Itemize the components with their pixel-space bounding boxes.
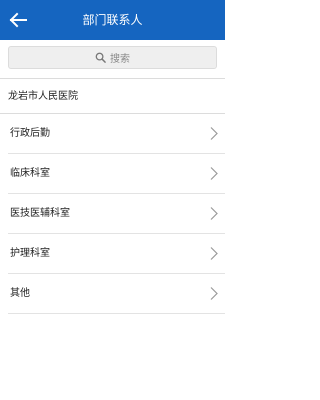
- search-placeholder: 搜索: [110, 54, 130, 65]
- chevron-right-icon: [210, 207, 218, 220]
- department-label: 医技医辅科室: [10, 208, 70, 219]
- department-label: 行政后勤: [10, 128, 50, 139]
- list-item-department[interactable]: 护理科室: [8, 234, 225, 274]
- list-item-department[interactable]: 其他: [8, 274, 225, 314]
- chevron-right-icon: [210, 287, 218, 300]
- department-label: 其他: [10, 288, 30, 299]
- list-item-department[interactable]: 医技医辅科室: [8, 194, 225, 234]
- header-bar: 部门联系人: [0, 0, 225, 40]
- chevron-right-icon: [210, 247, 218, 260]
- department-label: 护理科室: [10, 248, 50, 259]
- organization-name: 龙岩市人民医院: [8, 91, 78, 102]
- page-title: 部门联系人: [82, 13, 143, 27]
- search-icon: [95, 52, 106, 63]
- department-label: 临床科室: [10, 168, 50, 179]
- chevron-right-icon: [210, 167, 218, 180]
- department-list: 行政后勤 临床科室 医技医辅科室 护理科室 其他: [0, 114, 225, 314]
- app-screen: 部门联系人 搜索 龙岩市人民医院 行政后勤 临床科室 医技医辅科室 护理科室 其…: [0, 0, 225, 400]
- search-area: 搜索: [0, 40, 225, 76]
- section-divider: [0, 78, 225, 79]
- list-item-department[interactable]: 行政后勤: [8, 114, 225, 154]
- chevron-right-icon: [210, 127, 218, 140]
- list-item-department[interactable]: 临床科室: [8, 154, 225, 194]
- search-input[interactable]: 搜索: [8, 46, 217, 69]
